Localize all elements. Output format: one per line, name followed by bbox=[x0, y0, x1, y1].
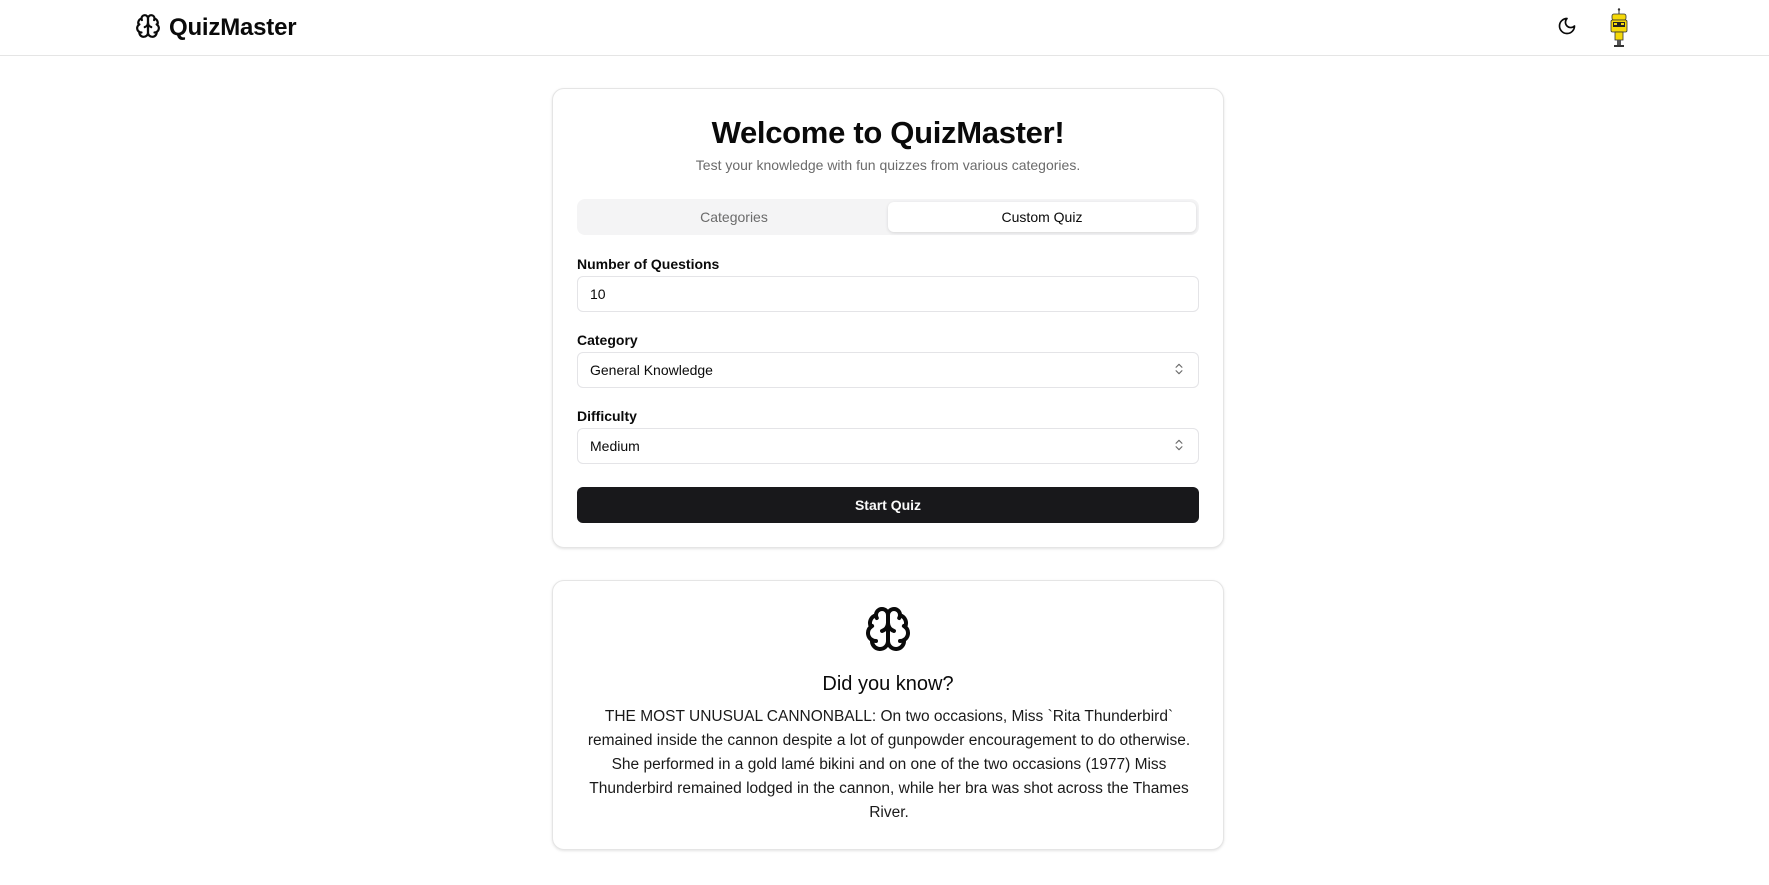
theme-toggle-button[interactable] bbox=[1553, 14, 1581, 42]
fun-fact-card: Did you know? THE MOST UNUSUAL CANNONBAL… bbox=[552, 580, 1224, 850]
category-select[interactable]: General Knowledge bbox=[577, 352, 1199, 388]
page-title: Welcome to QuizMaster! bbox=[711, 115, 1065, 150]
quiz-mode-tabs: Categories Custom Quiz bbox=[577, 199, 1199, 235]
tab-categories[interactable]: Categories bbox=[580, 202, 888, 232]
difficulty-select-value: Medium bbox=[590, 438, 640, 454]
top-navbar: QuizMaster bbox=[0, 0, 1769, 56]
quiz-setup-card: Welcome to QuizMaster! Test your knowled… bbox=[552, 88, 1224, 548]
num-questions-label: Number of Questions bbox=[577, 256, 720, 272]
start-quiz-button[interactable]: Start Quiz bbox=[577, 487, 1199, 523]
fact-text: THE MOST UNUSUAL CANNONBALL: On two occa… bbox=[587, 708, 1191, 821]
brand-name: QuizMaster bbox=[169, 14, 297, 41]
chevrons-up-down-icon bbox=[1172, 362, 1186, 379]
brand-link[interactable]: QuizMaster bbox=[135, 13, 297, 44]
category-select-value: General Knowledge bbox=[590, 362, 713, 378]
difficulty-label: Difficulty bbox=[577, 408, 637, 424]
category-label: Category bbox=[577, 332, 638, 348]
difficulty-select[interactable]: Medium bbox=[577, 428, 1199, 464]
tab-custom-quiz[interactable]: Custom Quiz bbox=[888, 202, 1196, 232]
brain-icon bbox=[864, 605, 912, 653]
user-avatar[interactable] bbox=[1607, 8, 1631, 48]
fact-title: Did you know? bbox=[822, 673, 954, 695]
brain-icon bbox=[135, 13, 161, 44]
moon-icon bbox=[1557, 16, 1577, 41]
num-questions-input[interactable] bbox=[577, 276, 1199, 312]
chevrons-up-down-icon bbox=[1172, 438, 1186, 455]
page-subtitle: Test your knowledge with fun quizzes fro… bbox=[695, 157, 1081, 173]
